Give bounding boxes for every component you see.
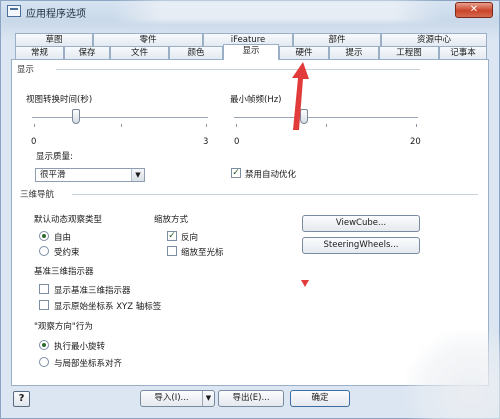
align-local-radio[interactable] [39,357,49,367]
tab-prompts[interactable]: 提示 [329,46,379,59]
orbit-free-radio[interactable] [39,231,49,241]
show-origin-axes-label: 显示原始坐标系 XYZ 轴标签 [54,302,162,312]
tab-file[interactable]: 文件 [110,46,169,59]
tab-save[interactable]: 保存 [64,46,110,59]
slider-tick [326,124,327,127]
orbit-constrained-label: 受约束 [54,248,80,258]
look-at-label: "观察方向"行为 [34,322,93,332]
help-button[interactable]: ? [13,391,30,407]
navigation-section-title: 三维导航 [20,190,55,200]
min-fps-slider-track [234,117,418,119]
section-divider [56,69,420,70]
checkmark-icon: ✓ [168,231,176,241]
viewcube-button[interactable]: ViewCube... [302,215,420,232]
disable-auto-refine-label: 禁用自动优化 [245,170,297,180]
tab-drawing[interactable]: 工程图 [379,46,439,59]
tab-part[interactable]: 零件 [93,33,203,46]
view-transition-slider-thumb[interactable] [72,109,80,124]
zoom-to-cursor-label: 缩放至光标 [181,248,224,258]
align-local-label: 与局部坐标系对齐 [54,359,123,369]
default-orbit-label: 默认动态观察类型 [34,215,103,225]
zoom-label: 缩放方式 [154,215,189,225]
show-base-indicator-checkbox[interactable] [39,284,49,294]
view-transition-min: 0 [31,137,37,147]
annotation-marker-icon [301,280,309,287]
min-fps-min: 0 [234,137,240,147]
import-button[interactable]: 导入(I)... ▼ [140,390,215,407]
zoom-to-cursor-checkbox[interactable] [167,246,177,256]
tab-display[interactable]: 显示 [223,44,279,60]
show-base-indicator-label: 显示基准三维指示器 [54,286,131,296]
steeringwheels-button[interactable]: SteeringWheels... [302,237,420,254]
min-fps-max: 20 [410,137,421,147]
show-origin-axes-checkbox[interactable] [39,300,49,310]
checkmark-icon: ✓ [232,168,240,178]
chevron-down-icon: ▼ [131,169,144,181]
tab-content-center[interactable]: 资源中心 [381,33,487,46]
app-icon [7,5,21,17]
min-rotation-label: 执行最小旋转 [54,342,106,352]
view-transition-slider-track [32,117,208,119]
orbit-free-label: 自由 [54,233,72,243]
window-title: 应用程序选项 [26,9,86,20]
orbit-constrained-radio[interactable] [39,246,49,256]
view-transition-max: 3 [203,137,209,147]
close-button[interactable]: ✕ [455,2,493,18]
slider-tick [416,124,417,127]
tab-assembly[interactable]: 部件 [293,33,381,46]
section-divider [72,194,478,195]
display-section-title: 显示 [17,65,35,75]
slider-tick [206,124,207,127]
zoom-reverse-checkbox[interactable]: ✓ [167,231,177,241]
quality-dropdown[interactable]: 很平滑 ▼ [35,168,145,182]
tab-notebook[interactable]: 记事本 [439,46,487,59]
view-transition-label: 视图转换时间(秒) [26,95,93,105]
watermark [405,330,500,419]
quality-value: 很平滑 [40,170,66,180]
min-rotation-radio[interactable] [39,340,49,350]
disable-auto-refine-checkbox[interactable]: ✓ [231,168,241,178]
slider-tick [236,124,237,127]
min-fps-slider-thumb[interactable] [299,109,308,124]
slider-tick [34,124,35,127]
slider-tick [121,124,122,127]
tab-general[interactable]: 常规 [15,46,64,59]
zoom-reverse-label: 反向 [181,233,199,243]
chevron-down-icon[interactable]: ▼ [202,391,214,406]
tab-sketch[interactable]: 草图 [15,33,93,46]
tab-colors[interactable]: 颜色 [169,46,223,59]
quality-label: 显示质量: [36,152,73,162]
import-button-label: 导入(I)... [154,393,189,403]
export-button[interactable]: 导出(E)... [218,390,284,407]
title-bar-blur [112,0,442,22]
base-indicator-label: 基准三维指示器 [34,267,94,277]
min-fps-label: 最小帧频(Hz) [230,95,282,105]
tab-hardware[interactable]: 硬件 [279,46,329,59]
ok-button[interactable]: 确定 [290,390,350,407]
